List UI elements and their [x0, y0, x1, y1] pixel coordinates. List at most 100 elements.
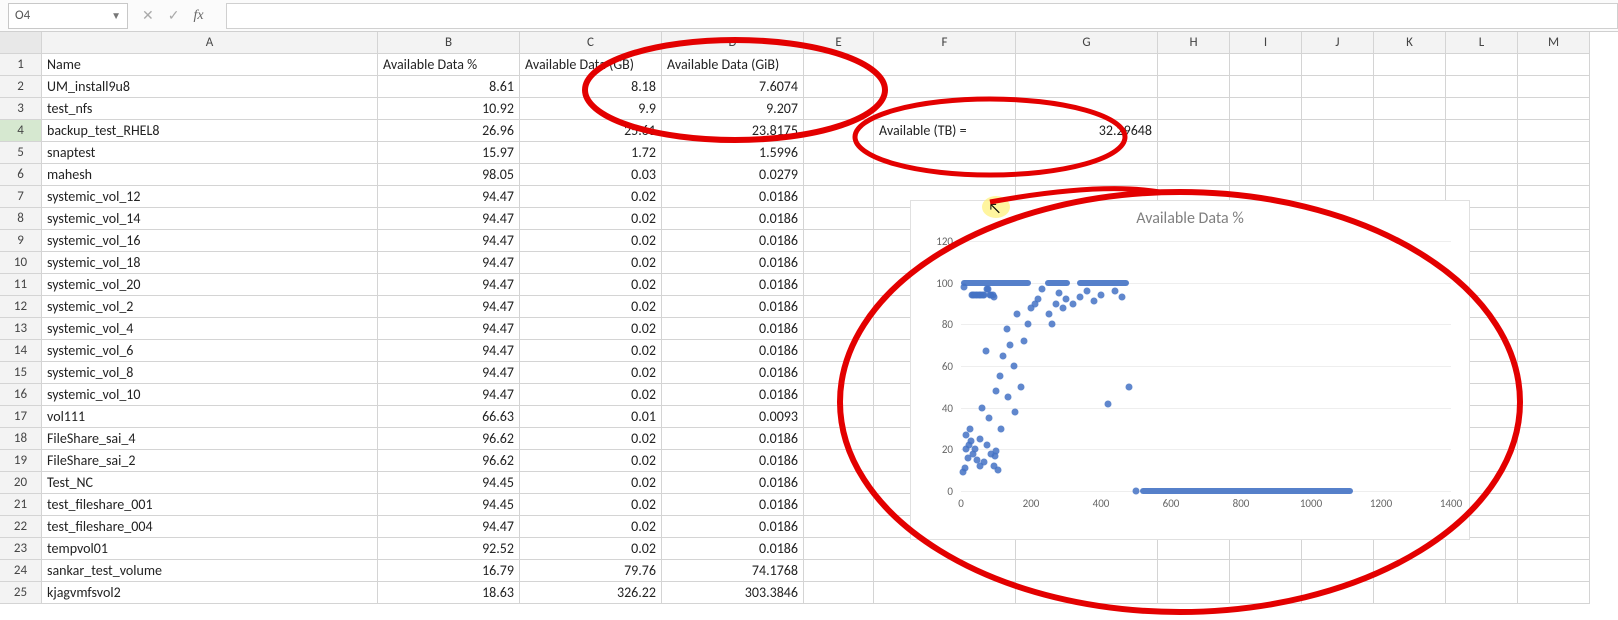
cell-M10[interactable] — [1518, 252, 1590, 274]
row-header-6[interactable]: 6 — [0, 164, 42, 186]
cell-D11[interactable]: 0.0186 — [662, 274, 804, 296]
cell-G2[interactable] — [1016, 76, 1158, 98]
cell-J4[interactable] — [1302, 120, 1374, 142]
cell-B3[interactable]: 10.92 — [378, 98, 520, 120]
cell-G6[interactable] — [1016, 164, 1158, 186]
cell-A7[interactable]: systemic_vol_12 — [42, 186, 378, 208]
cell-L2[interactable] — [1446, 76, 1518, 98]
cell-F23[interactable] — [874, 538, 1016, 560]
cell-M12[interactable] — [1518, 296, 1590, 318]
cell-C22[interactable]: 0.02 — [520, 516, 662, 538]
cell-H25[interactable] — [1158, 582, 1230, 604]
cell-D12[interactable]: 0.0186 — [662, 296, 804, 318]
cell-M15[interactable] — [1518, 362, 1590, 384]
cell-A22[interactable]: test_fileshare_004 — [42, 516, 378, 538]
cell-B11[interactable]: 94.47 — [378, 274, 520, 296]
cell-B25[interactable]: 18.63 — [378, 582, 520, 604]
cell-I2[interactable] — [1230, 76, 1302, 98]
row-header-15[interactable]: 15 — [0, 362, 42, 384]
cell-D17[interactable]: 0.0093 — [662, 406, 804, 428]
cell-J2[interactable] — [1302, 76, 1374, 98]
cell-D10[interactable]: 0.0186 — [662, 252, 804, 274]
row-header-7[interactable]: 7 — [0, 186, 42, 208]
row-header-8[interactable]: 8 — [0, 208, 42, 230]
cell-A13[interactable]: systemic_vol_4 — [42, 318, 378, 340]
cell-C10[interactable]: 0.02 — [520, 252, 662, 274]
cell-F4[interactable]: Available (TB) = — [874, 120, 1016, 142]
confirm-icon[interactable]: ✓ — [168, 7, 180, 24]
row-header-23[interactable]: 23 — [0, 538, 42, 560]
cell-E8[interactable] — [804, 208, 874, 230]
cell-K24[interactable] — [1374, 560, 1446, 582]
cell-A15[interactable]: systemic_vol_8 — [42, 362, 378, 384]
row-header-2[interactable]: 2 — [0, 76, 42, 98]
cell-B1[interactable]: Available Data % — [378, 54, 520, 76]
cell-B4[interactable]: 26.96 — [378, 120, 520, 142]
column-header-D[interactable]: D — [662, 32, 804, 54]
cell-G5[interactable] — [1016, 142, 1158, 164]
column-header-F[interactable]: F — [874, 32, 1016, 54]
cell-H24[interactable] — [1158, 560, 1230, 582]
cell-A18[interactable]: FileShare_sai_4 — [42, 428, 378, 450]
cell-M13[interactable] — [1518, 318, 1590, 340]
cell-A16[interactable]: systemic_vol_10 — [42, 384, 378, 406]
cell-M7[interactable] — [1518, 186, 1590, 208]
cell-C4[interactable]: 25.61 — [520, 120, 662, 142]
cell-M24[interactable] — [1518, 560, 1590, 582]
cell-D6[interactable]: 0.0279 — [662, 164, 804, 186]
row-header-24[interactable]: 24 — [0, 560, 42, 582]
cell-E10[interactable] — [804, 252, 874, 274]
cell-K25[interactable] — [1374, 582, 1446, 604]
cell-B23[interactable]: 92.52 — [378, 538, 520, 560]
column-header-K[interactable]: K — [1374, 32, 1446, 54]
cell-H1[interactable] — [1158, 54, 1230, 76]
cell-E7[interactable] — [804, 186, 874, 208]
cell-B12[interactable]: 94.47 — [378, 296, 520, 318]
cell-E2[interactable] — [804, 76, 874, 98]
cancel-icon[interactable]: ✕ — [142, 7, 154, 24]
cell-C24[interactable]: 79.76 — [520, 560, 662, 582]
cell-J23[interactable] — [1302, 538, 1374, 560]
cell-A3[interactable]: test_nfs — [42, 98, 378, 120]
cell-D23[interactable]: 0.0186 — [662, 538, 804, 560]
cell-A25[interactable]: kjagvmfsvol2 — [42, 582, 378, 604]
cell-E3[interactable] — [804, 98, 874, 120]
cell-B2[interactable]: 8.61 — [378, 76, 520, 98]
cell-F3[interactable] — [874, 98, 1016, 120]
cell-C23[interactable]: 0.02 — [520, 538, 662, 560]
cell-C1[interactable]: Available Data (GB) — [520, 54, 662, 76]
cell-C12[interactable]: 0.02 — [520, 296, 662, 318]
column-header-L[interactable]: L — [1446, 32, 1518, 54]
cell-J5[interactable] — [1302, 142, 1374, 164]
cell-H6[interactable] — [1158, 164, 1230, 186]
cell-C8[interactable]: 0.02 — [520, 208, 662, 230]
cell-J6[interactable] — [1302, 164, 1374, 186]
cell-C15[interactable]: 0.02 — [520, 362, 662, 384]
cell-L24[interactable] — [1446, 560, 1518, 582]
cell-A17[interactable]: vol111 — [42, 406, 378, 428]
cell-L6[interactable] — [1446, 164, 1518, 186]
cell-I3[interactable] — [1230, 98, 1302, 120]
row-header-16[interactable]: 16 — [0, 384, 42, 406]
cell-C2[interactable]: 8.18 — [520, 76, 662, 98]
cell-C25[interactable]: 326.22 — [520, 582, 662, 604]
cell-B17[interactable]: 66.63 — [378, 406, 520, 428]
cell-E23[interactable] — [804, 538, 874, 560]
cell-D18[interactable]: 0.0186 — [662, 428, 804, 450]
cell-M25[interactable] — [1518, 582, 1590, 604]
cell-C13[interactable]: 0.02 — [520, 318, 662, 340]
cell-E11[interactable] — [804, 274, 874, 296]
cell-E4[interactable] — [804, 120, 874, 142]
row-header-25[interactable]: 25 — [0, 582, 42, 604]
cell-J3[interactable] — [1302, 98, 1374, 120]
cell-B22[interactable]: 94.47 — [378, 516, 520, 538]
cell-F6[interactable] — [874, 164, 1016, 186]
cell-E5[interactable] — [804, 142, 874, 164]
row-header-22[interactable]: 22 — [0, 516, 42, 538]
cell-D22[interactable]: 0.0186 — [662, 516, 804, 538]
cell-D9[interactable]: 0.0186 — [662, 230, 804, 252]
cell-E1[interactable] — [804, 54, 874, 76]
row-header-1[interactable]: 1 — [0, 54, 42, 76]
select-all-corner[interactable] — [0, 32, 42, 54]
name-box[interactable]: O4 ▼ — [8, 3, 128, 29]
